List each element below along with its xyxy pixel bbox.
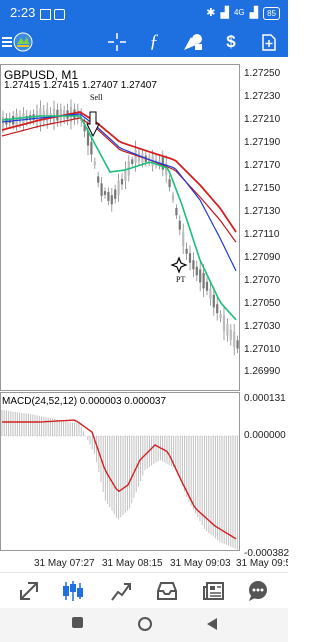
candle-body <box>178 220 181 230</box>
price-label: 1.27230 <box>244 91 281 102</box>
price-label: 1.27050 <box>244 298 281 309</box>
candle-body <box>103 191 107 195</box>
chart-area[interactable]: GBPUSD, M1 1.27415 1.27415 1.27407 1.274… <box>0 60 289 572</box>
candle-body <box>90 141 93 155</box>
news-icon[interactable] <box>199 577 229 605</box>
macd-axis-label: 0.000000 <box>244 430 286 441</box>
candle-body <box>182 231 185 247</box>
crosshair-icon[interactable] <box>104 27 130 57</box>
candle-body <box>219 314 222 319</box>
candle-body <box>56 109 59 121</box>
price-label: 1.27250 <box>244 68 281 79</box>
candle-body <box>212 294 215 308</box>
candle-body <box>120 178 124 185</box>
price-label: 1.27070 <box>244 275 281 286</box>
candle-body <box>209 288 212 299</box>
back-button[interactable] <box>206 617 218 631</box>
ma-red-line <box>1 111 237 233</box>
wifi-icon: ▟ <box>249 7 259 19</box>
messages-icon[interactable] <box>243 577 273 605</box>
signal-icon: ▟ <box>220 7 229 19</box>
price-label: 1.27030 <box>244 321 281 332</box>
candle-body <box>110 195 113 205</box>
candle-body <box>107 191 110 201</box>
metatrader-logo[interactable] <box>12 27 34 57</box>
history-icon[interactable] <box>152 577 182 605</box>
candle-body <box>134 149 137 163</box>
recents-button[interactable] <box>72 617 83 628</box>
trade-icon[interactable] <box>106 577 136 605</box>
pt-star-icon <box>170 256 188 274</box>
candle-body <box>15 113 18 126</box>
price-label: 1.27010 <box>244 344 281 355</box>
macd-axis-label: 0.000131 <box>244 393 286 404</box>
price-candles <box>1 99 239 356</box>
candle-body <box>114 189 117 199</box>
chart-icon[interactable] <box>58 577 88 605</box>
bottom-nav <box>0 572 288 609</box>
candle-body <box>229 329 232 340</box>
candle-body <box>97 176 100 183</box>
price-label: 1.27170 <box>244 160 281 171</box>
ohlc-values: 1.27415 1.27415 1.27407 1.27407 <box>4 80 157 91</box>
price-label: 1.27210 <box>244 114 281 125</box>
status-bar: 2:23 ✱ ▟ 4G ▟ 85 <box>0 0 288 27</box>
price-label: 1.27110 <box>244 229 280 240</box>
system-nav-bar <box>0 608 288 642</box>
candle-body <box>222 315 226 332</box>
candle-body <box>202 272 205 289</box>
candle-body <box>100 183 103 196</box>
time-label: 31 May 09:03 <box>170 558 231 569</box>
candle-body <box>124 169 127 181</box>
bluetooth-icon: ✱ <box>206 7 216 19</box>
price-label: 1.27090 <box>244 252 281 263</box>
trade-icon[interactable]: $ <box>219 27 243 57</box>
candle-body <box>93 161 96 166</box>
candle-body <box>216 304 219 314</box>
candle-body <box>185 248 188 254</box>
time-label: 31 May 07:27 <box>34 558 95 569</box>
candle-body <box>195 266 198 276</box>
candle-body <box>171 195 175 200</box>
top-toolbar: ƒ $ <box>0 27 288 57</box>
macd-histogram <box>1 410 238 550</box>
candle-body <box>18 115 22 123</box>
price-label: 1.27190 <box>244 137 281 148</box>
candle-body <box>192 260 195 270</box>
candle-body <box>233 332 236 348</box>
price-label: 1.26990 <box>244 366 281 377</box>
gallery-icon <box>40 9 51 20</box>
4g-icon: 4G <box>233 8 245 17</box>
new-order-icon[interactable] <box>258 27 280 57</box>
clock: 2:23 <box>10 5 36 20</box>
photo-icon <box>54 9 65 20</box>
candle-body <box>199 269 202 283</box>
candle-body <box>168 179 171 188</box>
candle-body <box>175 207 178 216</box>
sell-annotation: Sell <box>90 93 103 102</box>
candle-body <box>188 253 192 263</box>
quotes-icon[interactable] <box>14 577 44 605</box>
function-icon[interactable]: ƒ <box>142 27 166 57</box>
time-label: 31 May 09:51 <box>236 558 288 569</box>
time-label: 31 May 08:15 <box>102 558 163 569</box>
candle-body <box>117 180 120 196</box>
price-label: 1.27150 <box>244 183 281 194</box>
price-label: 1.27130 <box>244 206 281 217</box>
battery-level: 85 <box>263 6 280 20</box>
objects-icon[interactable] <box>180 27 206 57</box>
candle-body <box>131 159 134 164</box>
candle-body <box>205 281 209 291</box>
candle-body <box>226 324 229 336</box>
home-button[interactable] <box>138 617 152 631</box>
candle-body <box>236 340 239 349</box>
pt-annotation: PT <box>176 275 186 284</box>
macd-label: MACD(24,52,12) 0.000003 0.000037 <box>2 396 167 407</box>
